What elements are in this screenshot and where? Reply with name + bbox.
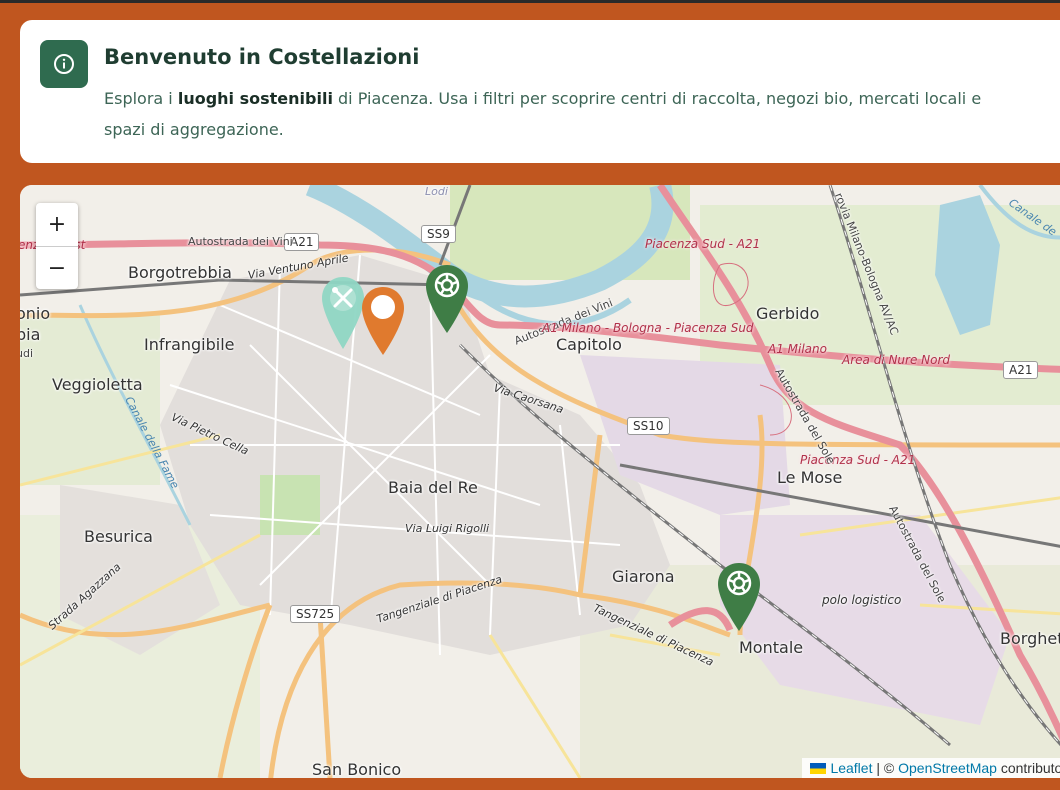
openstreetmap-link[interactable]: OpenStreetMap — [898, 760, 997, 776]
place-label: Gerbido — [756, 304, 820, 323]
place-label: Le Mose — [777, 468, 843, 487]
road-label: A1 Milano - Bologna - Piacenza Sud — [542, 321, 754, 335]
attribution-contributors: contributors — [1000, 760, 1060, 776]
road-label: Autostrada dei Vini — [188, 235, 293, 248]
welcome-text: Esplora i luoghi sostenibili di Piacenza… — [104, 83, 1004, 145]
place-label: onio — [20, 304, 51, 323]
map-pin-recycle[interactable] — [424, 263, 470, 339]
place-label: San Bonico — [312, 760, 402, 778]
leaflet-link[interactable]: Leaflet — [830, 760, 872, 776]
place-label: Borgotrebbia — [128, 263, 232, 282]
attribution-separator: | © — [872, 760, 899, 776]
place-label: Capitolo — [556, 335, 622, 354]
info-icon — [40, 40, 88, 88]
place-label: Giarona — [612, 567, 675, 586]
road-shield: SS10 — [627, 417, 670, 435]
place-label: Veggioletta — [52, 375, 143, 394]
ukraine-flag-icon — [810, 763, 827, 774]
circle-icon — [371, 295, 395, 319]
road-shield: A21 — [1003, 361, 1039, 379]
place-label: Infrangibile — [144, 335, 235, 354]
place-label: polo logistico — [822, 593, 902, 607]
welcome-text-bold: luoghi sostenibili — [177, 89, 333, 108]
place-label: udi — [20, 347, 34, 360]
welcome-card: Benvenuto in Costellazioni Esplora i luo… — [20, 20, 1060, 163]
road-label: A1 Milano — [768, 342, 827, 356]
place-label: bia — [20, 325, 41, 344]
map-pin-market[interactable] — [360, 285, 406, 361]
map-attribution: Leaflet | © OpenStreetMap contributors — [802, 758, 1060, 778]
zoom-control: + − — [36, 203, 78, 289]
place-label: Borghett — [1000, 629, 1060, 648]
place-label: Baia del Re — [388, 478, 478, 497]
road-label: Area di Nure Nord — [842, 353, 951, 367]
place-label: Lodi — [425, 185, 448, 198]
road-label: Piacenza Sud - A21 — [645, 237, 761, 251]
map-pin-recycle[interactable] — [716, 561, 762, 637]
road-label: Via Luigi Rigolli — [405, 522, 490, 535]
road-shield: SS9 — [421, 225, 456, 243]
place-label: Besurica — [84, 527, 153, 546]
road-shield: SS725 — [290, 605, 341, 623]
zoom-in-button[interactable]: + — [36, 203, 78, 247]
road-label: Piacenza Sud - A21 — [800, 453, 916, 467]
map-view[interactable]: Borgotrebbia Infrangibile Veggioletta Be… — [20, 185, 1060, 778]
place-label: Montale — [739, 638, 804, 657]
welcome-text-part: Esplora i — [104, 89, 178, 108]
top-edge — [0, 0, 1060, 3]
zoom-out-button[interactable]: − — [36, 247, 78, 290]
welcome-title: Benvenuto in Costellazioni — [104, 45, 420, 69]
